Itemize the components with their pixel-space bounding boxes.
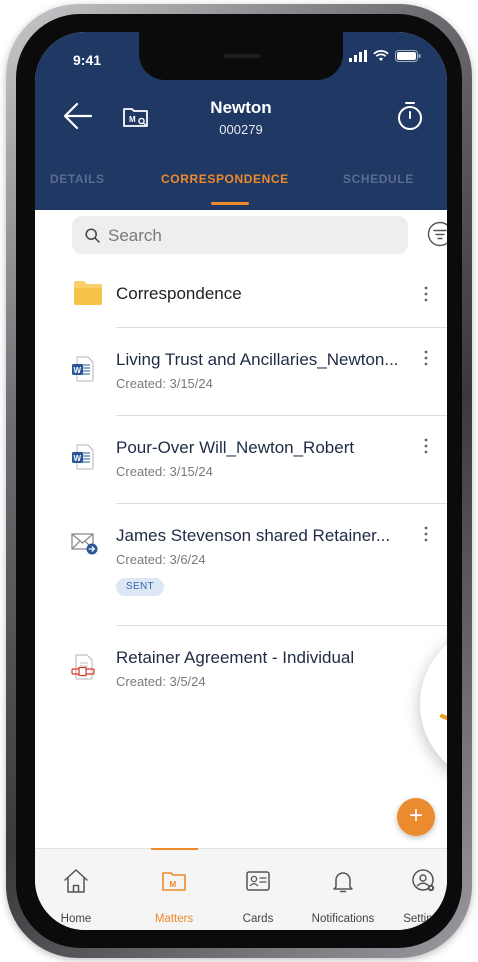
phone-frame: 9:41 M Newton 000279 DETAILS CORRESPONDE… [6,4,472,958]
status-time: 9:41 [73,52,102,68]
document-title: James Stevenson shared Retainer... [116,526,391,545]
more-options-icon[interactable] [417,436,435,456]
word-doc-icon: W [72,444,94,470]
aws-smile-icon [440,714,447,721]
search-icon [85,228,100,243]
svg-text:W: W [74,366,82,375]
shared-email-icon [71,533,98,555]
status-icons [349,50,421,62]
search-input[interactable] [106,216,400,256]
bottom-nav: Home M Matters Cards Notifications Setti… [35,848,447,930]
document-created-date: Created: 3/5/24 [116,674,206,689]
app-screen: 9:41 M Newton 000279 DETAILS CORRESPONDE… [35,32,447,930]
nav-matters[interactable]: M Matters [133,849,215,930]
settings-icon [412,869,435,892]
status-badge: SENT [116,578,164,596]
signal-icon [349,50,367,62]
nav-label: Settings [403,913,445,925]
document-created-date: Created: 3/15/24 [116,376,213,391]
folder-label: Correspondence [116,284,242,303]
folder-row-correspondence[interactable]: Correspondence [35,262,447,326]
phone-bezel: 9:41 M Newton 000279 DETAILS CORRESPONDE… [16,14,462,948]
nav-notifications[interactable]: Notifications [302,849,384,930]
more-options-icon[interactable] [417,524,435,544]
wifi-icon [373,50,389,61]
document-title: Living Trust and Ancillaries_Newton... [116,350,399,369]
list-item[interactable]: W Pour-Over Will_Newton_Robert Created: … [35,416,447,502]
search-bar [72,216,408,256]
nav-settings[interactable]: Settings [383,849,447,930]
tab-bar: DETAILS CORRESPONDENCE SCHEDULE [35,172,447,210]
active-tab-indicator [211,202,249,205]
home-icon [64,869,88,893]
contact-card-icon [246,871,270,891]
bell-icon [333,872,353,893]
matters-folder-icon: M [162,872,186,891]
matter-number: 000279 [219,122,263,137]
nav-label: Cards [242,913,274,925]
page-title: Newton [210,98,272,117]
document-title: Retainer Agreement - Individual [116,648,355,667]
list-item[interactable]: W Living Trust and Ancillaries_Newton...… [35,328,447,414]
add-button[interactable]: + [397,798,435,836]
more-options-icon[interactable] [417,284,435,304]
pdf-doc-icon [71,654,95,680]
battery-icon [395,50,421,62]
nav-home[interactable]: Home [35,849,117,930]
nav-label: Home [60,913,92,925]
tab-details[interactable]: DETAILS [50,172,105,186]
document-created-date: Created: 3/15/24 [116,464,213,479]
stopwatch-icon[interactable] [395,100,425,132]
more-options-icon[interactable] [417,348,435,368]
filter-icon[interactable] [426,220,447,248]
document-title: Pour-Over Will_Newton_Robert [116,438,355,457]
document-created-date: Created: 3/6/24 [116,552,206,567]
nav-label: Notifications [311,913,375,925]
app-header: 9:41 M Newton 000279 DETAILS CORRESPONDE… [35,32,447,210]
folder-icon [74,281,102,305]
nav-cards[interactable]: Cards [217,849,299,930]
svg-text:W: W [74,454,82,463]
word-doc-icon: W [72,356,94,382]
list-item[interactable]: James Stevenson shared Retainer... Creat… [35,504,447,624]
phone-notch [139,32,343,80]
nav-label: Matters [154,913,194,925]
tab-correspondence[interactable]: CORRESPONDENCE [161,172,289,186]
tab-schedule[interactable]: SCHEDULE [343,172,414,186]
svg-text:M: M [170,880,177,889]
list-item[interactable]: Retainer Agreement - Individual Created:… [35,626,447,712]
